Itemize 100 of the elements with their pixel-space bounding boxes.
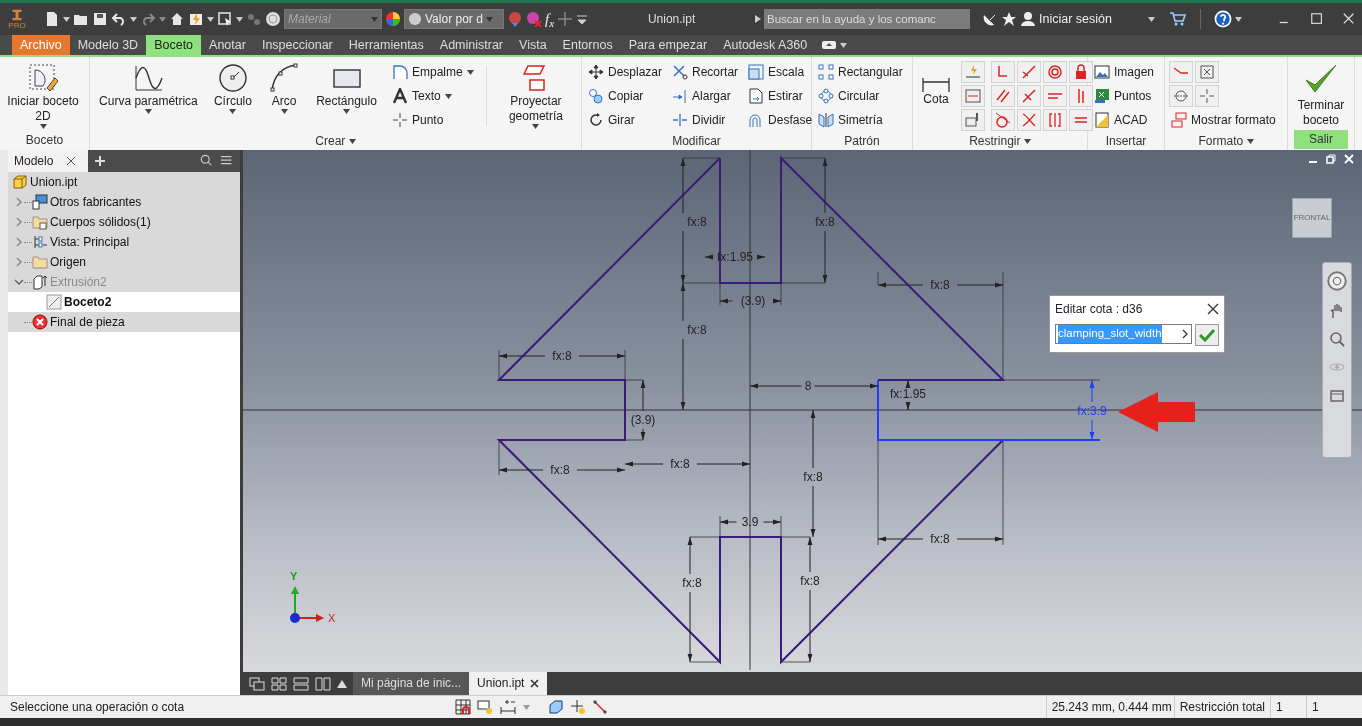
color-filter-icon[interactable] bbox=[507, 11, 523, 27]
accept-button[interactable] bbox=[1195, 324, 1219, 346]
constraint-button[interactable] bbox=[1169, 85, 1193, 107]
lightning-document-icon[interactable] bbox=[188, 11, 204, 27]
constraint-button[interactable] bbox=[1043, 109, 1067, 131]
ribbon-button[interactable]: Arco bbox=[265, 60, 304, 116]
redo-icon[interactable] bbox=[140, 11, 156, 27]
ribbon-button[interactable]: Girar bbox=[586, 108, 665, 132]
document-tab[interactable]: Union.ipt bbox=[469, 672, 548, 695]
ribbon-button[interactable]: Desplazar bbox=[586, 60, 665, 84]
constraint-button[interactable] bbox=[1043, 61, 1067, 83]
help-icon[interactable] bbox=[1214, 10, 1232, 28]
ribbon-button[interactable]: Punto bbox=[390, 108, 476, 132]
tree-item[interactable]: Final de pieza bbox=[8, 312, 240, 332]
color-clear-icon[interactable] bbox=[526, 11, 542, 27]
ribbon-tab[interactable]: Autodesk A360 bbox=[715, 35, 816, 55]
dimension-value[interactable]: fx:8 bbox=[670, 457, 690, 471]
ribbon-tab[interactable]: Anotar bbox=[201, 35, 254, 55]
constraint-button[interactable] bbox=[1069, 85, 1093, 107]
ribbon-tab[interactable]: Inspeccionar bbox=[253, 35, 341, 55]
ribbon-button[interactable]: Alargar bbox=[670, 84, 741, 108]
ribbon-button[interactable]: Rectangular bbox=[816, 60, 905, 84]
sketch-profile[interactable] bbox=[496, 155, 1006, 665]
chevron-right-icon[interactable] bbox=[1181, 329, 1189, 339]
ribbon-button[interactable]: Desfase bbox=[746, 108, 815, 132]
ribbon-button[interactable]: Círculo bbox=[210, 60, 255, 116]
tile-grid-icon[interactable] bbox=[271, 676, 287, 691]
dimension-value[interactable]: fx:1.95 bbox=[890, 387, 926, 401]
constraint-button[interactable] bbox=[1017, 109, 1041, 131]
ribbon-button[interactable]: Terminar boceto bbox=[1292, 60, 1350, 130]
constraint-button[interactable] bbox=[991, 61, 1015, 83]
dimension-value[interactable]: fx:8 bbox=[550, 463, 570, 477]
hand-icon[interactable] bbox=[1329, 303, 1345, 319]
cart-icon[interactable] bbox=[1169, 11, 1187, 27]
steering-wheel-icon[interactable] bbox=[1327, 271, 1347, 291]
constraint-bulb-icon[interactable] bbox=[477, 699, 493, 715]
constraint-button[interactable] bbox=[961, 109, 985, 131]
ribbon-button[interactable]: Texto bbox=[390, 84, 476, 108]
dimension-value[interactable]: 3.9 bbox=[741, 515, 759, 529]
ribbon-button[interactable]: ACAD bbox=[1092, 108, 1157, 132]
dimension-value[interactable]: fx:8 bbox=[687, 323, 707, 337]
ribbon-button[interactable]: Estirar bbox=[746, 84, 815, 108]
browser-tab[interactable]: Modelo bbox=[8, 150, 88, 172]
ribbon-button[interactable]: Rectángulo bbox=[313, 60, 380, 116]
ribbon-tab[interactable]: Entornos bbox=[554, 35, 621, 55]
ribbon-button[interactable]: Curva paramétrica bbox=[96, 60, 201, 116]
parameters-button[interactable]: f$_{x}$ bbox=[545, 7, 555, 31]
dimension-value[interactable]: fx:8 bbox=[803, 470, 823, 484]
ribbon-button[interactable]: Cota bbox=[917, 74, 955, 109]
panel-title[interactable]: Salir bbox=[1294, 130, 1348, 149]
tree-item[interactable]: Vista: Principal bbox=[8, 232, 240, 252]
panel-title[interactable]: Formato bbox=[1165, 132, 1287, 151]
ribbon-button[interactable]: Escala bbox=[746, 60, 815, 84]
constraint-button[interactable] bbox=[991, 109, 1015, 131]
grid-magnet-icon[interactable] bbox=[455, 699, 471, 715]
panel-title[interactable]: Restringir bbox=[913, 132, 1087, 151]
constraint-button[interactable] bbox=[991, 85, 1015, 107]
triangle-up-icon[interactable] bbox=[337, 679, 347, 688]
ribbon-button[interactable]: Mostrar formato bbox=[1169, 108, 1278, 132]
dimension-value[interactable]: 8 bbox=[804, 379, 812, 393]
ribbon-tab[interactable]: Boceto bbox=[146, 35, 202, 55]
star-icon[interactable] bbox=[1001, 11, 1018, 27]
dimension-value[interactable]: fx:8 bbox=[552, 349, 572, 363]
ribbon-button[interactable]: Iniciar boceto 2D bbox=[4, 60, 82, 131]
color-wheel-icon[interactable] bbox=[385, 11, 401, 27]
panel-title[interactable]: Boceto bbox=[0, 131, 89, 150]
document-tab[interactable]: Mi página de inic... bbox=[353, 672, 470, 695]
ribbon-button[interactable]: Proyectar geometría bbox=[496, 60, 575, 131]
panel-title[interactable]: Patrón bbox=[812, 132, 912, 151]
search-icon[interactable] bbox=[200, 154, 214, 168]
material-ball-icon[interactable] bbox=[265, 11, 281, 27]
appearance-dropdown[interactable]: Valor por d bbox=[404, 9, 504, 29]
close-icon[interactable] bbox=[65, 156, 76, 166]
ribbon-button[interactable]: Dividir bbox=[670, 108, 741, 132]
app-logo[interactable]: PRO bbox=[6, 8, 28, 30]
tree-item[interactable]: Otros fabricantes bbox=[8, 192, 240, 212]
connected-points-icon[interactable] bbox=[592, 699, 608, 715]
search-field[interactable]: Buscar en la ayuda y los comanc bbox=[764, 9, 971, 29]
panel-title[interactable]: Insertar bbox=[1088, 132, 1164, 151]
box-face-icon[interactable] bbox=[548, 699, 564, 715]
cascade-windows-icon[interactable] bbox=[249, 676, 265, 691]
maximize-icon[interactable] bbox=[1310, 12, 1324, 26]
close-icon[interactable] bbox=[1207, 303, 1219, 315]
tile-vertical-icon[interactable] bbox=[315, 676, 331, 691]
tree-item[interactable]: Origen bbox=[8, 252, 240, 272]
constraint-button[interactable] bbox=[1043, 85, 1067, 107]
dimension-value[interactable]: (3.9) bbox=[630, 413, 656, 427]
constraint-button[interactable] bbox=[1069, 61, 1093, 83]
ribbon-button[interactable]: Recortar bbox=[670, 60, 741, 84]
ribbon-tab[interactable]: Para empezar bbox=[620, 35, 716, 55]
save-icon[interactable] bbox=[92, 11, 108, 27]
ribbon-button[interactable]: Empalme bbox=[390, 60, 476, 84]
dimension-value[interactable]: fx:8 bbox=[930, 532, 950, 546]
dimension-value[interactable]: fx:8 bbox=[930, 278, 950, 292]
dimension-value[interactable]: (3.9) bbox=[740, 294, 766, 308]
view-cube[interactable]: FRONTAL bbox=[1292, 198, 1332, 238]
move-bulb-icon[interactable] bbox=[570, 699, 586, 715]
ribbon-tab[interactable]: Modelo 3D bbox=[69, 35, 147, 55]
ribbon-button[interactable]: Puntos bbox=[1092, 84, 1157, 108]
constraint-button[interactable] bbox=[1195, 61, 1219, 83]
